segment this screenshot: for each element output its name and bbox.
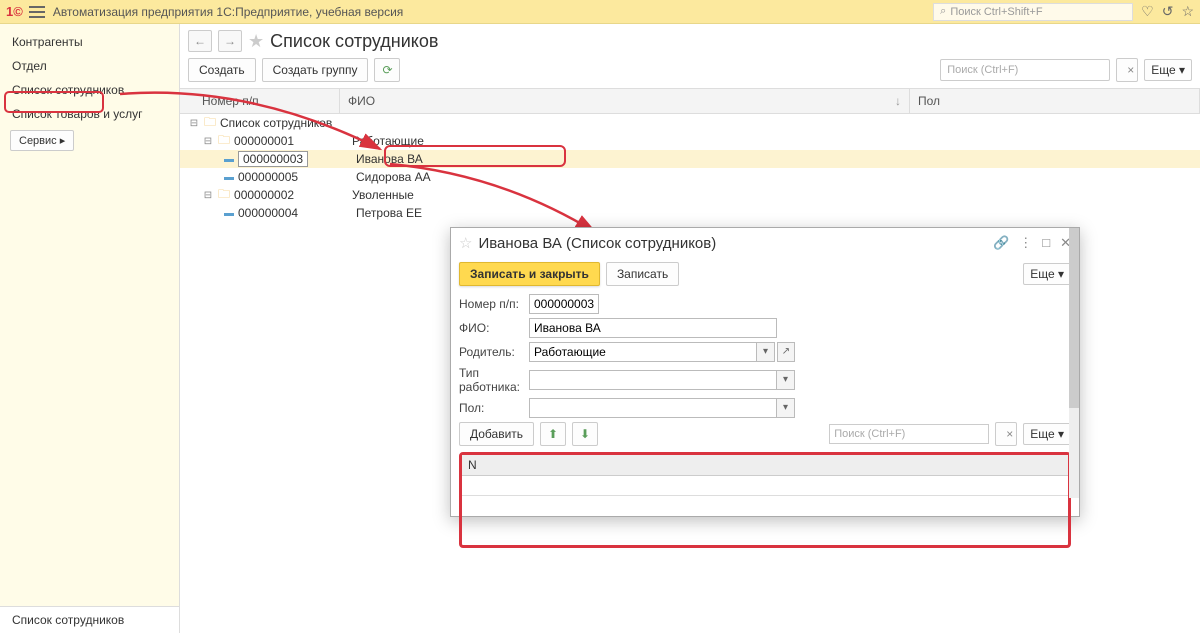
- scrollbar[interactable]: [1069, 228, 1079, 498]
- sort-icon: ↓: [895, 94, 901, 108]
- annotation-grid-highlight: N: [459, 452, 1071, 548]
- create-group-button[interactable]: Создать группу: [262, 58, 369, 82]
- content: ← → ★ Список сотрудников Создать Создать…: [180, 24, 1200, 633]
- tree-label: Петрова ЕЕ: [356, 206, 422, 220]
- employee-modal: ☆ Иванова ВА (Список сотрудников) 🔗 ⋮ □ …: [450, 227, 1080, 517]
- folder-icon: 🗀: [218, 185, 230, 206]
- page-title: Список сотрудников: [270, 31, 438, 52]
- col-fio[interactable]: ФИО↓: [340, 89, 910, 113]
- save-button[interactable]: Записать: [606, 262, 679, 286]
- global-search[interactable]: Поиск Ctrl+Shift+F: [933, 3, 1133, 21]
- tree: ⊟ 🗀 Список сотрудников ⊟ 🗀 000000001 Раб…: [180, 114, 1200, 222]
- tree-label: Работающие: [352, 134, 424, 148]
- grid-search[interactable]: Поиск (Ctrl+F): [829, 424, 989, 444]
- tree-item-selected[interactable]: ▬ 000000003 Иванова ВА: [180, 150, 1200, 168]
- sidebar-status[interactable]: Список сотрудников: [0, 606, 179, 633]
- dropdown-icon[interactable]: ▾: [777, 398, 795, 418]
- nav-department[interactable]: Отдел: [0, 54, 179, 78]
- dropdown-icon[interactable]: ▾: [777, 370, 795, 390]
- item-icon: ▬: [224, 208, 234, 219]
- move-down-button[interactable]: ⬇: [572, 422, 598, 446]
- menu-icon[interactable]: [29, 6, 45, 18]
- col-number[interactable]: Номер п/п: [180, 89, 340, 113]
- label-type: Тип работника:: [459, 366, 529, 394]
- modal-title: Иванова ВА (Список сотрудников): [478, 235, 987, 252]
- app-title: Автоматизация предприятия 1С:Предприятие…: [53, 5, 933, 19]
- nav-contragents[interactable]: Контрагенты: [0, 30, 179, 54]
- tree-label: Иванова ВА: [356, 152, 423, 166]
- create-button[interactable]: Создать: [188, 58, 256, 82]
- topbar: 1© Автоматизация предприятия 1С:Предприя…: [0, 0, 1200, 24]
- tree-group[interactable]: ⊟ 🗀 000000001 Работающие: [180, 132, 1200, 150]
- tree-item[interactable]: ▬ 000000005 Сидорова АА: [180, 168, 1200, 186]
- collapse-icon[interactable]: ⊟: [202, 190, 214, 201]
- input-number[interactable]: [529, 294, 599, 314]
- back-button[interactable]: ←: [188, 30, 212, 52]
- label-gender: Пол:: [459, 401, 529, 415]
- history-icon[interactable]: ↺: [1162, 3, 1174, 20]
- item-icon: ▬: [224, 172, 234, 183]
- nav-employees[interactable]: Список сотрудников: [0, 78, 179, 102]
- open-icon[interactable]: ↗: [777, 342, 795, 362]
- grid-col-n[interactable]: N: [462, 455, 1068, 476]
- save-close-button[interactable]: Записать и закрыть: [459, 262, 600, 286]
- clear-grid-search[interactable]: ×: [995, 422, 1017, 446]
- label-number: Номер п/п:: [459, 297, 529, 311]
- folder-icon: 🗀: [204, 113, 216, 134]
- list-search[interactable]: Поиск (Ctrl+F): [940, 59, 1110, 81]
- label-parent: Родитель:: [459, 345, 529, 359]
- input-gender[interactable]: [529, 398, 777, 418]
- sidebar: Контрагенты Отдел Список сотрудников Спи…: [0, 24, 180, 633]
- clear-search-button[interactable]: ×: [1116, 58, 1138, 82]
- menu-vertical-icon[interactable]: ⋮: [1019, 235, 1032, 251]
- item-icon: ▬: [224, 154, 234, 165]
- tree-num: 000000004: [238, 206, 348, 220]
- favorite-icon[interactable]: ☆: [459, 234, 472, 252]
- input-fio[interactable]: [529, 318, 777, 338]
- more-button[interactable]: Еще ▾: [1144, 59, 1192, 81]
- dropdown-icon[interactable]: ▾: [757, 342, 775, 362]
- tree-label: Список сотрудников: [220, 116, 332, 130]
- add-button[interactable]: Добавить: [459, 422, 534, 446]
- tree-num: 000000001: [234, 134, 344, 148]
- forward-button[interactable]: →: [218, 30, 242, 52]
- tree-label: Уволенные: [352, 188, 414, 202]
- bell-icon[interactable]: ♡: [1141, 3, 1154, 20]
- folder-icon: 🗀: [218, 131, 230, 152]
- window-icon[interactable]: □: [1042, 235, 1050, 251]
- input-parent[interactable]: [529, 342, 757, 362]
- input-type[interactable]: [529, 370, 777, 390]
- logo: 1©: [6, 4, 23, 19]
- star-icon[interactable]: ☆: [1181, 3, 1194, 20]
- tree-item[interactable]: ▬ 000000004 Петрова ЕЕ: [180, 204, 1200, 222]
- tree-num: 000000003: [238, 151, 308, 167]
- table-header: Номер п/п ФИО↓ Пол: [180, 88, 1200, 114]
- nav-goods[interactable]: Список товаров и услуг: [0, 102, 179, 126]
- collapse-icon[interactable]: ⊟: [188, 118, 200, 129]
- tree-group[interactable]: ⊟ 🗀 000000002 Уволенные: [180, 186, 1200, 204]
- favorite-icon[interactable]: ★: [248, 31, 264, 52]
- col-gender[interactable]: Пол: [910, 89, 1200, 113]
- grid-more-button[interactable]: Еще ▾: [1023, 423, 1071, 445]
- move-up-button[interactable]: ⬆: [540, 422, 566, 446]
- label-fio: ФИО:: [459, 321, 529, 335]
- tree-num: 000000005: [238, 170, 348, 184]
- collapse-icon[interactable]: ⊟: [202, 136, 214, 147]
- grid-row[interactable]: [462, 476, 1068, 496]
- link-icon[interactable]: 🔗: [993, 235, 1009, 251]
- tree-num: 000000002: [234, 188, 344, 202]
- tree-root[interactable]: ⊟ 🗀 Список сотрудников: [180, 114, 1200, 132]
- modal-more-button[interactable]: Еще ▾: [1023, 263, 1071, 285]
- service-button[interactable]: Сервис ▸: [10, 130, 74, 151]
- refresh-button[interactable]: ⟳: [374, 58, 400, 82]
- tree-label: Сидорова АА: [356, 170, 431, 184]
